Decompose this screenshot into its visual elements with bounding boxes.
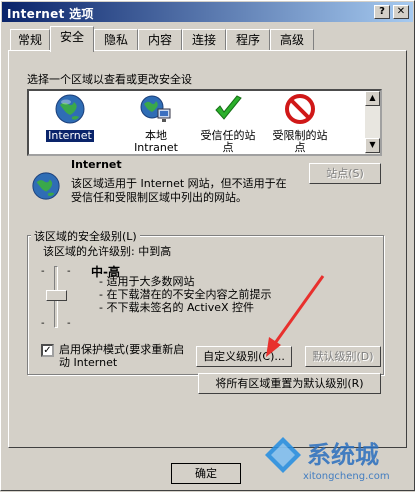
globe-icon <box>55 94 85 124</box>
help-button[interactable]: ? <box>374 5 390 19</box>
watermark-url: xitongcheng.com <box>303 471 390 482</box>
custom-level-button[interactable]: 自定义级别(C)... <box>196 346 292 367</box>
slider-tick: - <box>41 318 45 329</box>
level-bullet: - 在下载潜在的不安全内容之前提示 <box>99 288 272 301</box>
ok-button[interactable]: 确定 <box>171 463 241 484</box>
watermark-brand: 系统城 <box>307 441 379 469</box>
sites-button[interactable]: 站点(S) <box>309 163 381 184</box>
tab-advanced[interactable]: 高级 <box>270 29 314 51</box>
checkmark-icon <box>215 95 242 120</box>
zone-info-description: 该区域适用于 Internet 网站，但不适用于在受信任和受限制区域中列出的网站… <box>71 177 287 204</box>
zone-restricted-sites[interactable]: 受限制的站点 <box>259 93 341 154</box>
network-globe-icon <box>140 95 171 122</box>
scroll-up-arrow-icon[interactable]: ▲ <box>365 91 380 106</box>
zone-list-scrollbar[interactable]: ▲ ▼ <box>365 91 380 154</box>
security-slider-thumb[interactable] <box>46 290 67 301</box>
security-level-legend: 该区域的安全级别(L) <box>31 228 140 244</box>
zone-prompt: 选择一个区域以查看或更改安全设 <box>27 73 192 86</box>
zone-local-intranet[interactable]: 本地 Intranet <box>115 93 197 154</box>
level-bullet: - 适用于大多数网站 <box>99 275 195 288</box>
protected-mode-checkbox[interactable]: ✓ <box>41 344 54 357</box>
zone-restricted-sites-label: 受限制的站点 <box>272 129 328 154</box>
internet-options-window: Internet 选项 ? ✕ 常规 安全 隐私 内容 连接 程序 高级 选择一… <box>0 0 415 491</box>
window-title: Internet 选项 <box>7 7 94 21</box>
watermark: 系统城 xitongcheng.com <box>263 431 413 489</box>
allowed-levels-text: 该区域的允许级别: 中到高 <box>43 245 172 258</box>
slider-tick: - <box>67 266 71 277</box>
slider-tick: - <box>67 318 71 329</box>
default-level-button[interactable]: 默认级别(D) <box>305 346 381 367</box>
selected-zone-globe-icon <box>32 172 60 200</box>
scroll-down-arrow-icon[interactable]: ▼ <box>365 138 380 153</box>
zone-info-title: Internet <box>71 158 122 171</box>
tab-connections[interactable]: 连接 <box>182 29 226 51</box>
tab-content[interactable]: 内容 <box>138 29 182 51</box>
tab-privacy[interactable]: 隐私 <box>94 29 138 51</box>
no-entry-icon <box>285 94 315 124</box>
tab-security[interactable]: 安全 <box>50 26 94 52</box>
zone-trusted-sites-label: 受信任的站点 <box>200 129 256 154</box>
watermark-logo-icon <box>265 437 301 473</box>
title-bar[interactable]: Internet 选项 ? ✕ <box>2 2 413 22</box>
zone-internet-label: Internet <box>46 129 94 142</box>
slider-tick: - <box>41 266 45 277</box>
zone-trusted-sites[interactable]: 受信任的站点 <box>187 93 269 154</box>
tab-programs[interactable]: 程序 <box>226 29 270 51</box>
close-button[interactable]: ✕ <box>393 5 409 19</box>
zone-list[interactable]: Internet 本地 Intranet 受信任的站点 受限制的站点 ▲ ▼ <box>27 89 382 156</box>
level-bullet: - 不下载未签名的 ActiveX 控件 <box>99 301 255 314</box>
reset-all-zones-button[interactable]: 将所有区域重置为默认级别(R) <box>198 373 381 394</box>
tab-general[interactable]: 常规 <box>10 29 50 51</box>
zone-local-intranet-label: 本地 Intranet <box>134 129 178 154</box>
protected-mode-label: 启用保护模式(要求重新启动 Internet <box>59 343 185 369</box>
zone-internet[interactable]: Internet <box>29 93 111 142</box>
